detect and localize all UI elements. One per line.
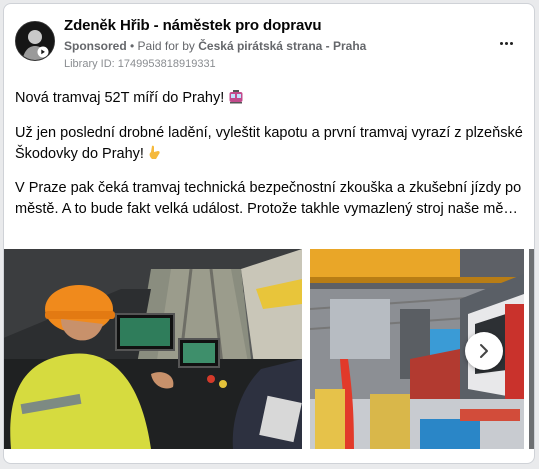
tram-driver-cab-photo[interactable] xyxy=(4,249,302,449)
paid-for-label: Paid for by xyxy=(137,39,199,53)
post-text: Nová tramvaj 52T míří do Prahy! Už jen p… xyxy=(15,88,525,233)
post-meta: Sponsored • Paid for by Česká pirátská s… xyxy=(64,39,366,53)
more-horizontal-icon xyxy=(499,41,503,45)
post-text-paragraph: Už jen poslední drobné ladění, vyleštit … xyxy=(15,123,525,165)
library-id: Library ID: 1749953818919331 xyxy=(64,58,216,70)
third-photo-peek[interactable] xyxy=(529,249,534,449)
post-text-paragraph: V Praze pak čeká tramvaj technická bezpe… xyxy=(15,178,525,220)
more-horizontal-icon-dot xyxy=(509,41,513,45)
chevron-right-icon xyxy=(480,344,488,358)
post-text-line1: Nová tramvaj 52T míří do Prahy! xyxy=(15,90,225,106)
ad-post-card: Zdeněk Hřib - náměstek pro dopravu Spons… xyxy=(3,3,535,464)
more-horizontal-icon-dot xyxy=(504,41,508,45)
hand-emoji-icon xyxy=(148,145,161,160)
payer-name[interactable]: Česká pirátská strana - Praha xyxy=(198,39,366,53)
page-avatar[interactable] xyxy=(15,21,55,61)
sponsored-label[interactable]: Sponsored xyxy=(64,39,127,53)
media-carousel xyxy=(4,249,534,449)
meta-separator: • xyxy=(126,39,138,53)
post-text-line3b[interactable]: městě. A to bude fakt velká událost. Pro… xyxy=(15,199,525,220)
tram-emoji-icon xyxy=(228,90,244,104)
carousel-next-button[interactable] xyxy=(465,332,503,370)
more-options-button[interactable] xyxy=(494,34,518,52)
post-text-line2: Už jen poslední drobné ladění, vyleštit … xyxy=(15,125,523,162)
post-text-paragraph: Nová tramvaj 52T míří do Prahy! xyxy=(15,88,525,109)
post-text-line3a: V Praze pak čeká tramvaj technická bezpe… xyxy=(15,180,522,196)
page-name[interactable]: Zdeněk Hřib - náměstek pro dopravu xyxy=(64,17,322,34)
